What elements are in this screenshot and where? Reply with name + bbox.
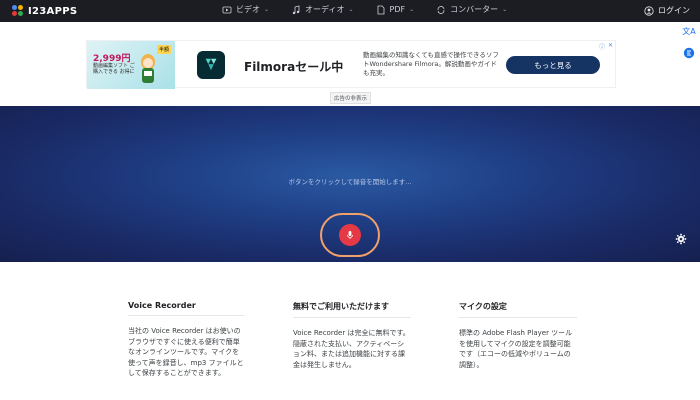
microphone-icon [347,231,353,239]
info-column-mic-settings: マイクの設定 標準の Adobe Flash Player ツールを使用してマイ… [459,301,577,370]
music-note-icon [292,4,300,14]
info-body: 標準の Adobe Flash Player ツールを使用してマイクの設定を調整… [459,329,573,369]
site-logo[interactable]: I23APPS [12,4,77,18]
recording-hint: ボタンをクリックして録音を開始します... [288,178,412,186]
logo-text: I23APPS [28,5,78,17]
ad-image-subtitle: 動画編集ソフト ご購入できる お得に [93,63,135,75]
nav-item-audio[interactable]: オーディオ ⌄ [291,4,354,15]
translate-icon[interactable]: 文A [682,24,696,38]
nav-item-video[interactable]: ビデオ ⌄ [222,4,269,15]
document-icon [377,5,384,14]
character-illustration [141,54,155,83]
nav-item-pdf[interactable]: PDF ⌄ [376,4,415,15]
side-tools: 文A [682,24,696,60]
chevron-down-icon: ⌄ [502,6,508,13]
top-nav-bar: I23APPS ビデオ ⌄ オーディオ ⌄ PDF ⌄ コンバーター ⌄ ログイ… [0,0,700,22]
login-label: ログイン [658,6,690,15]
record-button[interactable] [339,224,361,246]
convert-icon [437,5,445,14]
main-nav: ビデオ ⌄ オーディオ ⌄ PDF ⌄ コンバーター ⌄ [222,4,507,15]
ad-info-icon[interactable]: ⓘ [599,42,605,51]
mic-button-ring[interactable] [320,213,380,257]
info-body: 当社の Voice Recorder はお使いのブラウザですぐに使える便利で簡単… [128,327,244,377]
ad-image[interactable]: 半額 2,999円 動画編集ソフト ご購入できる お得に [87,41,175,89]
chevron-down-icon: ⌄ [409,6,415,13]
info-title: マイクの設定 [459,301,577,318]
info-column-free: 無料でご利用いただけます Voice Recorder は完全に無料です。隠蔽さ… [293,301,411,370]
info-title: 無料でご利用いただけます [293,301,411,318]
ad-cta-button[interactable]: もっと見る [506,56,600,74]
extension-icon[interactable] [682,46,696,60]
nav-item-label: ビデオ [236,5,260,14]
login-button[interactable]: ログイン [644,5,690,16]
logo-mark-icon [12,5,24,17]
nav-item-label: コンバーター [450,5,499,14]
settings-gear-icon[interactable] [675,233,687,245]
info-body: Voice Recorder は完全に無料です。隠蔽された支払い、アクティベーシ… [293,329,410,369]
hide-ad-button[interactable]: 広告の非表示 [330,92,372,104]
info-column-voice-recorder: Voice Recorder 当社の Voice Recorder はお使いのブ… [128,301,244,379]
ad-close-icon[interactable]: ✕ [608,42,613,49]
filmora-app-icon[interactable] [197,51,225,79]
chevron-down-icon: ⌄ [348,6,354,13]
nav-item-label: オーディオ [305,5,345,14]
info-title: Voice Recorder [128,301,244,316]
ad-description: 動画編集の知識なくても直感で操作できるソフトWondershare Filmor… [363,51,499,77]
user-icon [644,5,654,16]
ad-title[interactable]: Filmoraセール中 [244,58,343,75]
video-icon [222,6,232,13]
advertisement[interactable]: 半額 2,999円 動画編集ソフト ご購入できる お得に Filmoraセール中… [86,40,616,89]
nav-item-converter[interactable]: コンバーター ⌄ [436,4,507,15]
chevron-down-icon: ⌄ [264,6,270,13]
nav-item-label: PDF [389,5,406,14]
